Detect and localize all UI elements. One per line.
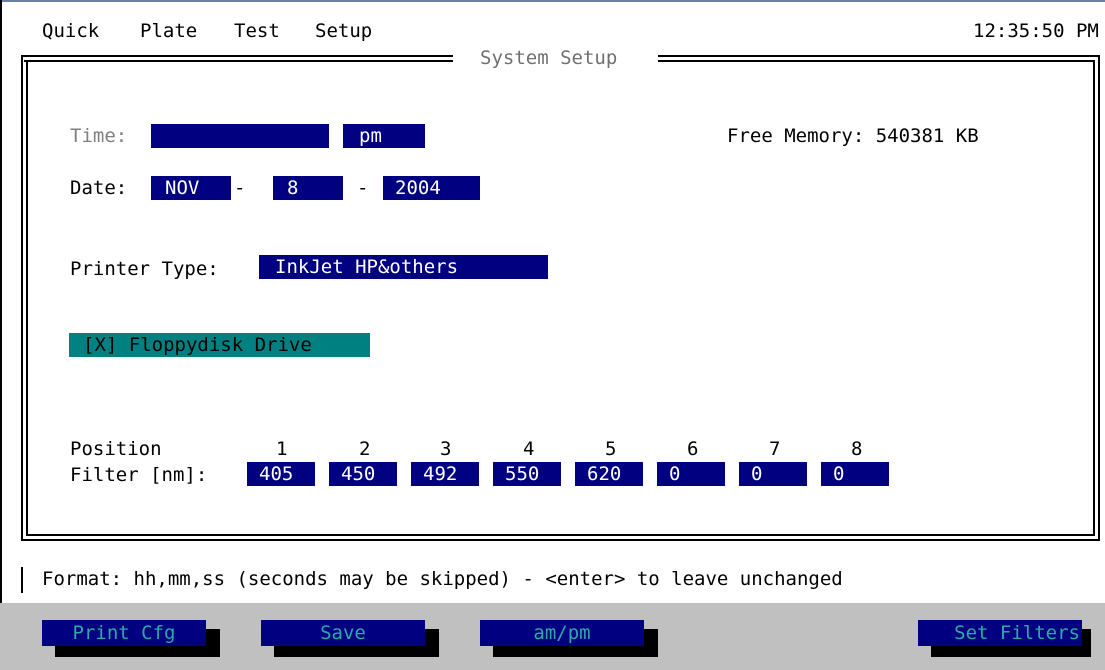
- menu-test[interactable]: Test: [234, 22, 280, 41]
- frame-bottom-outer: [21, 539, 1100, 541]
- filter-value-field[interactable]: 620: [575, 462, 643, 486]
- frame-top-outer-left: [21, 55, 453, 57]
- date-separator-2: -: [357, 177, 369, 199]
- date-separator-1: -: [234, 177, 246, 199]
- time-label: Time:: [70, 125, 128, 147]
- position-number: 2: [359, 438, 371, 460]
- filter-nm-label: Filter [nm]:: [70, 464, 208, 486]
- frame-right-outer: [1098, 55, 1100, 539]
- date-day-field[interactable]: 8: [273, 176, 343, 200]
- frame-left-inner: [26, 60, 28, 534]
- date-year-field[interactable]: 2004: [383, 176, 480, 200]
- position-number: 3: [440, 438, 452, 460]
- date-label: Date:: [70, 177, 128, 199]
- position-number: 7: [769, 438, 781, 460]
- position-label: Position: [70, 438, 162, 460]
- filter-value-field[interactable]: 0: [821, 462, 889, 486]
- filter-value-field[interactable]: 0: [657, 462, 725, 486]
- time-input[interactable]: [151, 124, 329, 148]
- position-number: 4: [523, 438, 535, 460]
- menu-setup[interactable]: Setup: [315, 22, 372, 41]
- position-number: 5: [605, 438, 617, 460]
- menu-plate[interactable]: Plate: [140, 22, 197, 41]
- date-month-field[interactable]: NOV: [151, 176, 231, 200]
- position-number: 1: [276, 438, 288, 460]
- position-number: 6: [687, 438, 699, 460]
- status-format-hint: Format: hh,mm,ss (seconds may be skipped…: [42, 568, 843, 590]
- print-cfg-button[interactable]: Print Cfg: [42, 620, 206, 646]
- frame-right-inner: [1093, 60, 1095, 534]
- floppy-drive-checkbox[interactable]: [X] Floppydisk Drive: [69, 333, 370, 357]
- status-cursor: [21, 567, 23, 593]
- top-border: [0, 0, 1105, 2]
- menu-quick[interactable]: Quick: [42, 22, 99, 41]
- clock: 12:35:50 PM: [973, 20, 1099, 42]
- frame-bottom-inner: [26, 534, 1095, 536]
- printer-type-field[interactable]: InkJet HP&others: [259, 255, 548, 279]
- frame-top-inner-right: [658, 60, 1095, 62]
- frame-top-inner-left: [24, 60, 453, 62]
- filter-value-field[interactable]: 492: [411, 462, 479, 486]
- window-title: System Setup: [480, 47, 618, 69]
- filter-value-field[interactable]: 0: [739, 462, 807, 486]
- ampm-button[interactable]: am/pm: [480, 620, 644, 646]
- frame-left-outer: [21, 55, 23, 539]
- position-number: 8: [851, 438, 863, 460]
- printer-type-label: Printer Type:: [70, 258, 219, 280]
- free-memory: Free Memory: 540381 KB: [727, 125, 979, 147]
- filter-value-field[interactable]: 450: [329, 462, 397, 486]
- filter-value-field[interactable]: 405: [247, 462, 315, 486]
- filter-value-field[interactable]: 550: [493, 462, 561, 486]
- frame-top-outer-right: [658, 55, 1098, 57]
- save-button[interactable]: Save: [261, 620, 425, 646]
- ampm-field[interactable]: pm: [343, 124, 425, 148]
- set-filters-button[interactable]: Set Filters: [918, 620, 1082, 646]
- left-screen-border: [0, 0, 2, 670]
